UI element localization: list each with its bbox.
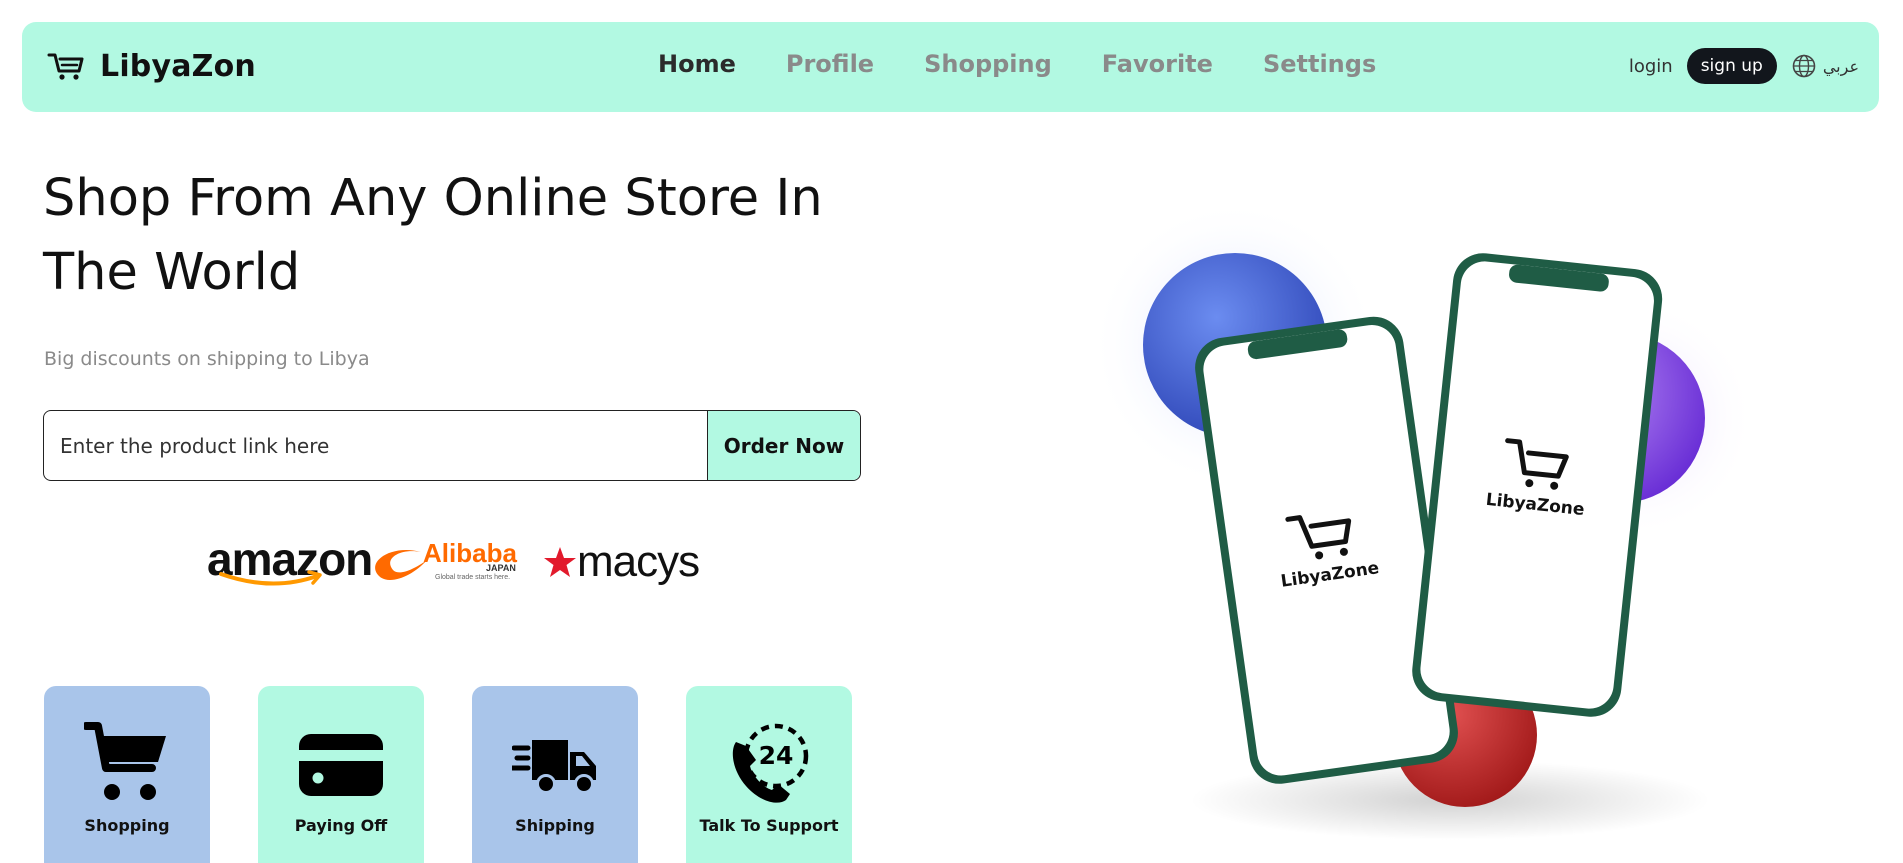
cart-icon [47,53,84,80]
delivery-truck-icon [512,740,596,794]
feature-card-support[interactable]: 24 Talk To Support [686,686,852,863]
hero-subtitle: Big discounts on shipping to Libya [44,348,370,370]
account-actions: login sign up عربي [1629,48,1859,84]
order-form: Order Now [43,410,861,481]
hero-illustration: LibyaZone LibyaZone [1090,200,1790,863]
language-switcher[interactable]: عربي [1791,53,1859,79]
top-navbar: LibyaZon Home Profile Shopping Favorite … [22,22,1879,112]
signup-button[interactable]: sign up [1686,48,1777,84]
macys-logo: macys [543,537,700,586]
feature-card-shopping[interactable]: Shopping [44,686,210,863]
store-logos: amazon Alibaba JAPAN Global trade starts… [207,532,707,592]
feature-card-shipping[interactable]: Shipping [472,686,638,863]
amazon-logo: amazon [207,532,373,586]
phones-illustration: LibyaZone LibyaZone [1090,200,1755,840]
feature-label-support: Talk To Support [699,816,839,835]
nav-home[interactable]: Home [658,50,736,78]
support-24-icon: 24 [732,723,809,803]
shopping-cart-icon [84,722,166,800]
product-link-input[interactable] [44,411,707,480]
language-label: عربي [1822,56,1859,76]
nav-settings[interactable]: Settings [1263,50,1376,78]
star-icon [544,547,576,577]
credit-card-icon [299,734,383,796]
brand-name: LibyaZon [100,48,256,84]
alibaba-tagline: Global trade starts here. [435,574,511,581]
alibaba-region: JAPAN [486,563,516,573]
nav-profile[interactable]: Profile [786,50,874,78]
feature-label-paying: Paying Off [294,816,388,835]
order-now-button[interactable]: Order Now [707,411,860,480]
amazon-smile-icon [219,570,322,586]
nav-shopping[interactable]: Shopping [924,50,1052,78]
alibaba-swoosh-icon [375,550,427,581]
feature-card-paying[interactable]: Paying Off [258,686,424,863]
svg-text:24: 24 [759,741,794,770]
login-link[interactable]: login [1629,56,1673,77]
feature-label-shipping: Shipping [515,816,595,835]
brand-logo[interactable]: LibyaZon [46,46,256,86]
nav-favorite[interactable]: Favorite [1102,50,1213,78]
hero-title: Shop From Any Online Store In The World [43,169,823,302]
alibaba-logo: Alibaba JAPAN Global trade starts here. [371,538,531,590]
macys-wordmark: macys [577,537,700,586]
main-nav: Home Profile Shopping Favorite Settings [658,50,1376,78]
globe-icon [1792,54,1816,78]
feature-label-shopping: Shopping [84,816,170,835]
